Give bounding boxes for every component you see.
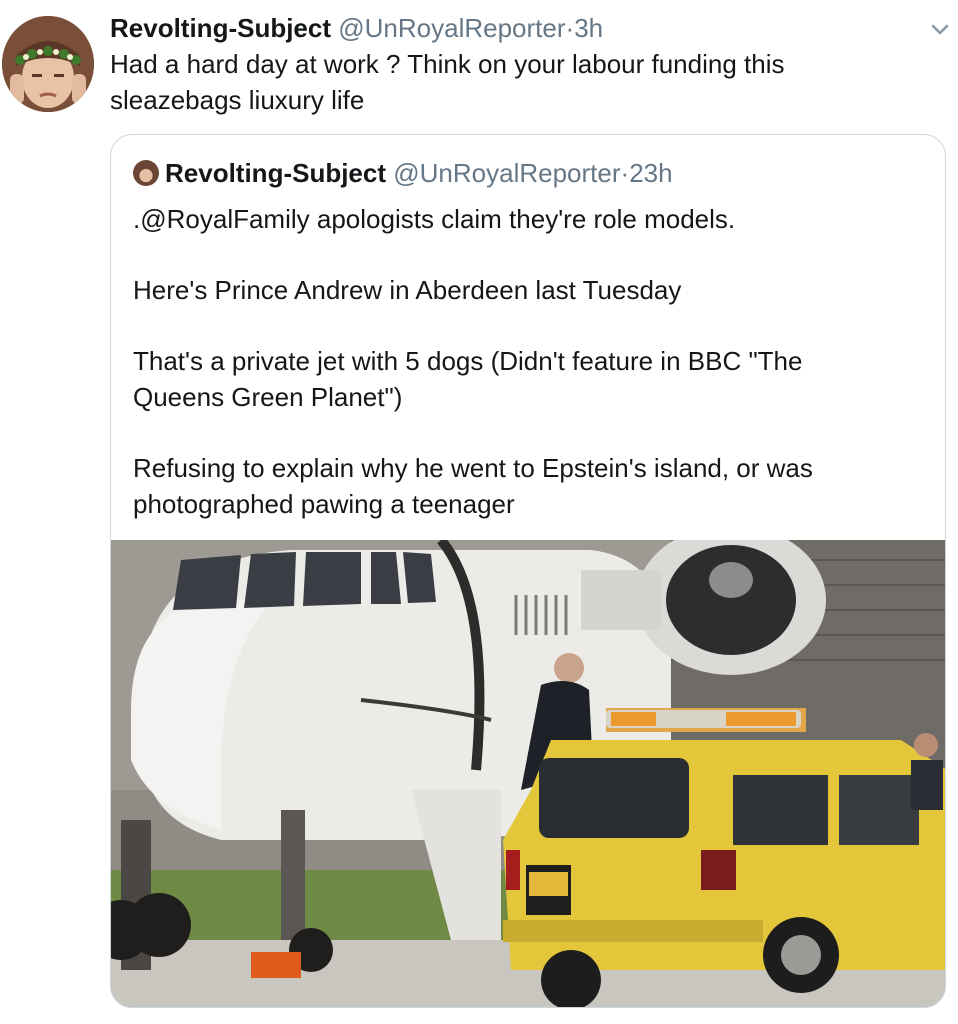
quoted-text-line: .@RoyalFamily apologists claim they're r… [133, 204, 736, 234]
author-name[interactable]: Revolting-Subject [110, 13, 331, 43]
quoted-text-line: Refusing to explain why he went to Epste… [133, 453, 813, 483]
quoted-paragraph: Refusing to explain why he went to Epste… [133, 450, 923, 522]
quoted-tweet-timestamp: 23h [629, 158, 673, 188]
profile-avatar[interactable] [2, 16, 94, 112]
quoted-tweet-header: Revolting-Subject @UnRoyalReporter·23h [133, 155, 673, 191]
quoted-tweet-card[interactable]: Revolting-Subject @UnRoyalReporter·23h .… [110, 134, 946, 1008]
chevron-down-icon[interactable] [926, 18, 954, 40]
attached-photo[interactable] [111, 540, 945, 1007]
quoted-text-line: photographed pawing a teenager [133, 489, 515, 519]
separator-dot: · [620, 158, 630, 188]
quoted-text-line: Here's Prince Andrew in Aberdeen last Tu… [133, 275, 682, 305]
tweet-text-line: Had a hard day at work ? Think on your l… [110, 49, 785, 79]
quoted-author-name: Revolting-Subject [165, 158, 387, 188]
quoted-paragraph: Here's Prince Andrew in Aberdeen last Tu… [133, 272, 923, 308]
quoted-paragraph: .@RoyalFamily apologists claim they're r… [133, 201, 923, 237]
tweet-timestamp[interactable]: 3h [574, 13, 603, 43]
quoted-text-line: That's a private jet with 5 dogs (Didn't… [133, 346, 803, 376]
tweet-header: Revolting-Subject @UnRoyalReporter·3h [110, 10, 603, 46]
separator-dot: · [565, 13, 575, 43]
quoted-author-handle: @UnRoyalReporter [393, 158, 621, 188]
quoted-text-line: Queens Green Planet") [133, 382, 403, 412]
quoted-author-avatar [133, 160, 159, 187]
tweet-text: Had a hard day at work ? Think on your l… [110, 46, 930, 118]
tweet-text-line: sleazebags liuxury life [110, 85, 365, 115]
author-handle[interactable]: @UnRoyalReporter [338, 13, 565, 43]
quoted-tweet-text: .@RoyalFamily apologists claim they're r… [133, 201, 923, 557]
quoted-paragraph: That's a private jet with 5 dogs (Didn't… [133, 343, 923, 415]
